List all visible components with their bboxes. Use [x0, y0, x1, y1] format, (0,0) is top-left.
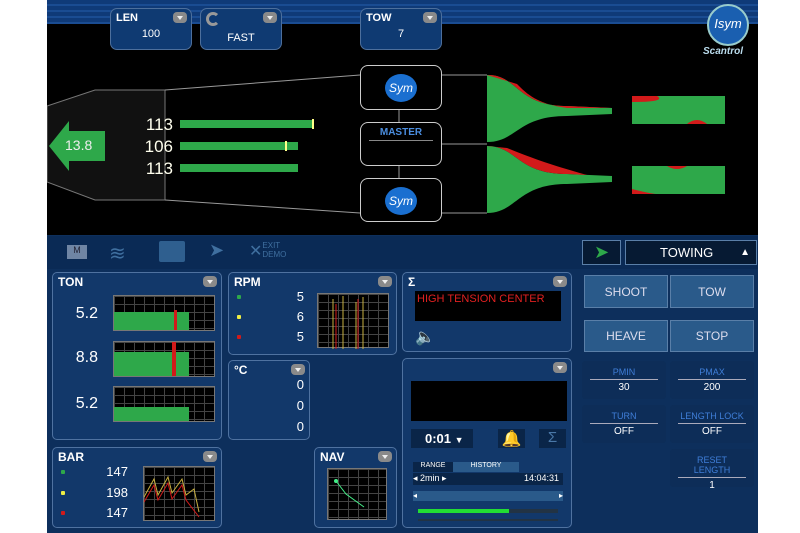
- net-grid-bottom: [632, 166, 725, 194]
- interval-selector[interactable]: 0:01 ▼: [411, 429, 473, 448]
- alarm-text: HIGH TENSION CENTER: [415, 291, 561, 321]
- camera-icon[interactable]: [159, 241, 185, 262]
- chevron-down-icon[interactable]: [291, 364, 305, 375]
- sigma-panel: Σ HIGH TENSION CENTER 🔈: [402, 272, 572, 352]
- pmax-control[interactable]: PMAX 200: [670, 361, 754, 399]
- speed-readout: 13.8: [65, 137, 93, 153]
- range-stepper[interactable]: ◂ 2min ▸: [413, 473, 447, 483]
- winch-sym-top[interactable]: Sym: [360, 65, 442, 110]
- chevron-down-icon[interactable]: [423, 12, 437, 23]
- mode-selector[interactable]: TOWING ▲: [625, 240, 757, 265]
- winch-control-app: LEN 100 FAST TOW 7 Isym Scantrol 13.8 11…: [47, 0, 758, 533]
- ton-chart: [113, 386, 215, 422]
- send-icon[interactable]: ➤: [209, 240, 224, 261]
- tow-label: TOW: [366, 12, 392, 24]
- pmin-control[interactable]: PMIN 30: [582, 361, 666, 399]
- stop-button[interactable]: STOP: [670, 320, 754, 352]
- ton-panel: TON 5.2 8.8 5.2: [52, 272, 222, 440]
- chevron-down-icon[interactable]: [173, 12, 187, 23]
- range-row: ◂ 2min ▸ 14:04:31: [413, 473, 563, 485]
- fish-icon[interactable]: ≋: [109, 241, 139, 265]
- tow-button[interactable]: TOW: [670, 275, 754, 308]
- history-scrollbar[interactable]: ◂ ▸: [413, 491, 563, 501]
- ton-value: 5.2: [75, 395, 98, 412]
- nav-chart: [327, 468, 387, 520]
- len-label: LEN: [116, 12, 138, 24]
- shoot-button[interactable]: SHOOT: [584, 275, 668, 308]
- chevron-down-icon[interactable]: [263, 12, 277, 23]
- history-time: 14:04:31: [523, 473, 559, 483]
- history-panel: 0:01 ▼ 🔔 Σ RANGE HISTORY ◂ 2min ▸ 14:04:3…: [402, 358, 572, 528]
- rpm-panel: RPM 565: [228, 272, 397, 355]
- chevron-down-icon[interactable]: [203, 451, 217, 462]
- chevron-down-icon[interactable]: [553, 276, 567, 287]
- chevron-down-icon[interactable]: [378, 451, 392, 462]
- send-mode-button[interactable]: ➤: [582, 240, 621, 265]
- manual-button[interactable]: M: [67, 245, 87, 259]
- warp-lengths: 113 106 113: [144, 115, 173, 178]
- rpm-chart: [317, 293, 389, 349]
- tab-history[interactable]: HISTORY: [453, 462, 519, 472]
- winch-sym-bottom[interactable]: Sym: [360, 178, 442, 222]
- bell-icon[interactable]: 🔔: [498, 429, 525, 448]
- tab-range[interactable]: RANGE: [413, 462, 453, 472]
- length-lock-control[interactable]: LENGTH LOCK OFF: [670, 405, 754, 443]
- chevron-up-icon: ▲: [740, 247, 750, 258]
- speaker-icon[interactable]: 🔈: [415, 327, 435, 347]
- chevron-down-icon[interactable]: [553, 362, 567, 373]
- progress-bar: [418, 509, 558, 513]
- exit-demo-button[interactable]: ✕ EXIT DEMO: [249, 241, 289, 261]
- chevron-down-icon[interactable]: [203, 276, 217, 287]
- winch-master[interactable]: MASTER: [360, 122, 442, 166]
- temp-panel: °C 000: [228, 360, 310, 440]
- reset-length-control[interactable]: RESET LENGTH 1: [670, 449, 754, 491]
- chevron-down-icon[interactable]: [378, 276, 392, 287]
- sigma-icon[interactable]: Σ: [539, 429, 566, 448]
- close-icon: ✕: [249, 243, 263, 260]
- heave-button[interactable]: HEAVE: [584, 320, 668, 352]
- ton-chart: [113, 295, 215, 331]
- bar-chart: [143, 466, 215, 521]
- turn-control[interactable]: TURN OFF: [582, 405, 666, 443]
- ton-chart: [113, 341, 215, 377]
- bar-panel: BAR 147 198 147: [52, 447, 222, 528]
- nav-panel: NAV: [314, 447, 397, 528]
- ton-value: 5.2: [75, 305, 98, 322]
- net-grid-top: [632, 96, 725, 124]
- history-display: [411, 381, 567, 421]
- ton-value: 8.8: [75, 349, 98, 366]
